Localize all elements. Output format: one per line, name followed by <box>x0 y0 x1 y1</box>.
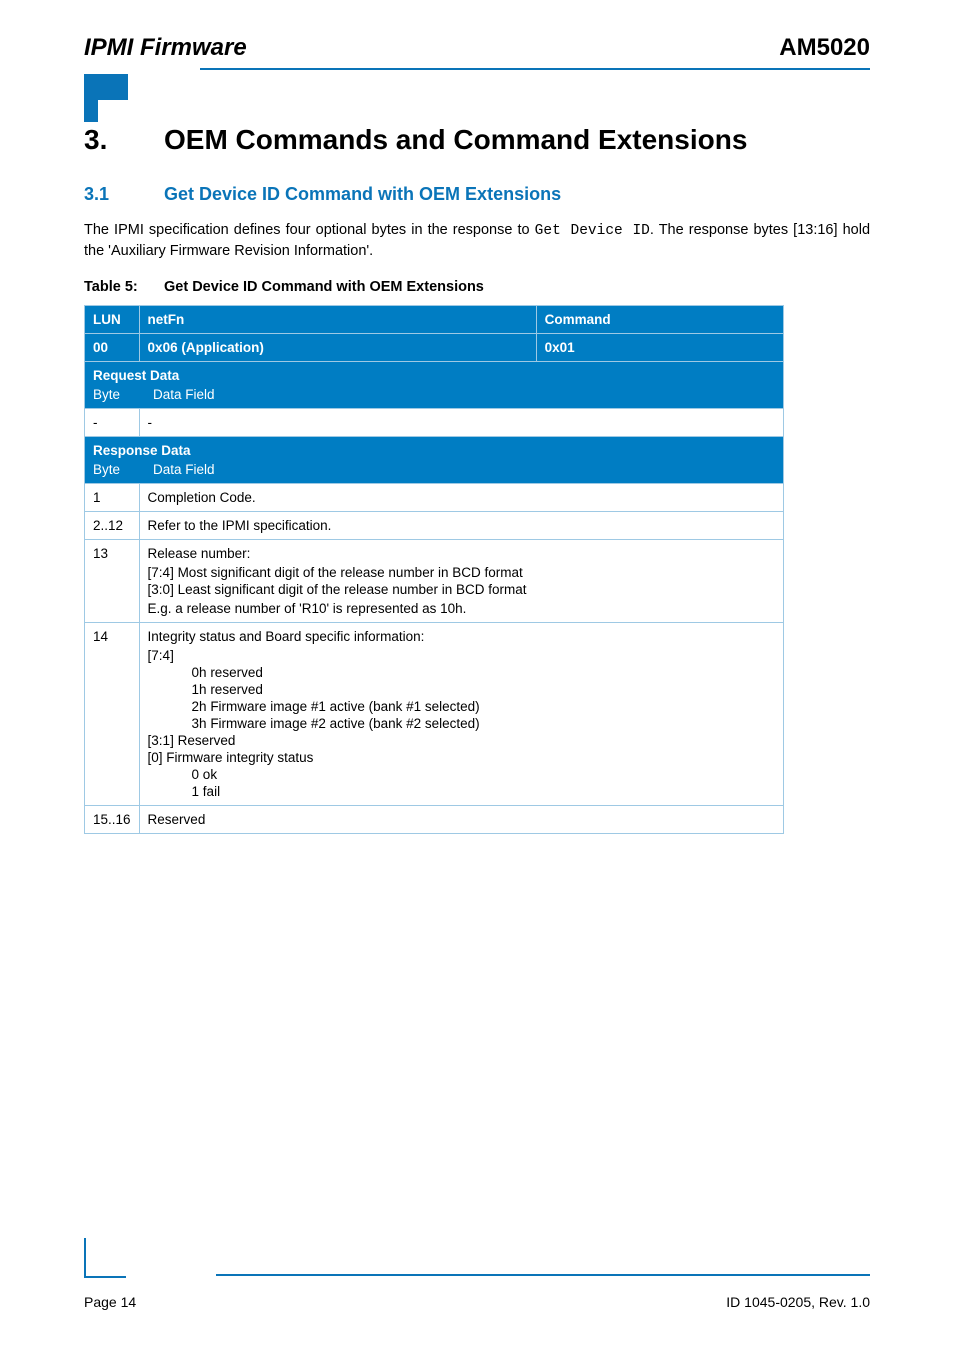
chapter-number: 3. <box>84 124 164 156</box>
table-caption: Table 5: Get Device ID Command with OEM … <box>84 279 870 295</box>
footer-rule-wrap <box>84 1274 870 1276</box>
header-right: AM5020 <box>779 34 870 62</box>
r14-l0-2: 1 fail <box>148 784 775 799</box>
r14-title: Integrity status and Board specific info… <box>148 629 775 644</box>
r2_12-df: Refer to the IPMI specification. <box>139 512 783 540</box>
footer-rule <box>216 1274 870 1276</box>
r14-l74: [7:4] <box>148 648 775 663</box>
response-row-13: 13 Release number: [7:4] Most significan… <box>85 540 784 623</box>
request-row-0: - - <box>85 409 784 437</box>
section-number: 3.1 <box>84 184 164 205</box>
r13-l2: [3:0] Least significant digit of the rel… <box>148 582 775 597</box>
r14-l0-1: 0 ok <box>148 767 775 782</box>
r13-title: Release number: <box>148 546 775 561</box>
r14-l0: [0] Firmware integrity status <box>148 750 775 765</box>
chapter-title: OEM Commands and Command Extensions <box>164 124 747 156</box>
corner-ornament <box>84 74 870 122</box>
header-left: IPMI Firmware <box>84 34 247 62</box>
req0-df: - <box>139 409 783 437</box>
r15_16-df: Reserved <box>139 806 783 834</box>
page-header: IPMI Firmware AM5020 <box>84 34 870 62</box>
table-caption-label: Table 5: <box>84 279 164 295</box>
response-row-1: 1 Completion Code. <box>85 484 784 512</box>
para-pre: The IPMI specification defines four opti… <box>84 222 535 238</box>
response-section-row: Response Data Byte Data Field <box>85 437 784 484</box>
hdr-netfn-label: netFn <box>139 306 536 334</box>
col-byte-label: Byte <box>93 387 153 402</box>
footer-hbar <box>84 1276 126 1278</box>
table-header-row-2: 00 0x06 (Application) 0x01 <box>85 334 784 362</box>
hdr-lun-label: LUN <box>93 312 121 327</box>
request-label-text: Request Data <box>93 368 179 383</box>
req0-byte: - <box>85 409 140 437</box>
hdr-cmd-val: 0x01 <box>536 334 783 362</box>
r14-byte: 14 <box>85 623 140 806</box>
r13-bits: [7:4] Most significant digit of the rele… <box>148 565 775 597</box>
r14-l74-3: 2h Firmware image #1 active (bank #1 sel… <box>148 699 775 714</box>
page: IPMI Firmware AM5020 3. OEM Commands and… <box>0 0 954 1350</box>
r2_12-byte: 2..12 <box>85 512 140 540</box>
col-df-label: Data Field <box>153 387 215 402</box>
hdr-netfn-val: 0x06 (Application) <box>139 334 536 362</box>
r15_16-byte: 15..16 <box>85 806 140 834</box>
footer-page: Page 14 <box>84 1294 136 1310</box>
footer-docid: ID 1045-0205, Rev. 1.0 <box>726 1294 870 1310</box>
hdr-lun-val: 00 <box>85 334 140 362</box>
footer-vbar <box>84 1238 86 1278</box>
page-footer: Page 14 ID 1045-0205, Rev. 1.0 <box>84 1294 870 1310</box>
hdr-lun: LUN <box>85 306 140 334</box>
response-row-15-16: 15..16 Reserved <box>85 806 784 834</box>
section-heading: 3.1 Get Device ID Command with OEM Exten… <box>84 184 870 205</box>
response-row-14: 14 Integrity status and Board specific i… <box>85 623 784 806</box>
r13-df: Release number: [7:4] Most significant d… <box>139 540 783 623</box>
r1-df: Completion Code. <box>139 484 783 512</box>
request-section-row: Request Data Byte Data Field <box>85 362 784 409</box>
r14-l74-1: 0h reserved <box>148 665 775 680</box>
chapter-heading: 3. OEM Commands and Command Extensions <box>84 124 870 156</box>
command-table: LUN netFn Command 00 0x06 (Application) … <box>84 305 784 834</box>
section-paragraph: The IPMI specification defines four opti… <box>84 221 870 261</box>
col-df-label-2: Data Field <box>153 462 215 477</box>
para-mono: Get Device ID <box>535 223 650 239</box>
table-caption-text: Get Device ID Command with OEM Extension… <box>164 279 484 295</box>
col-byte-label-2: Byte <box>93 462 153 477</box>
table-header-row-1: LUN netFn Command <box>85 306 784 334</box>
corner-square <box>84 74 128 100</box>
r14-l74-4: 3h Firmware image #2 active (bank #2 sel… <box>148 716 775 731</box>
response-section-label: Response Data Byte Data Field <box>85 437 784 484</box>
r14-l74-2: 1h reserved <box>148 682 775 697</box>
top-rule <box>200 68 870 70</box>
hdr-cmd-label: Command <box>536 306 783 334</box>
r1-byte: 1 <box>85 484 140 512</box>
r13-byte: 13 <box>85 540 140 623</box>
section-title: Get Device ID Command with OEM Extension… <box>164 184 561 205</box>
response-row-2-12: 2..12 Refer to the IPMI specification. <box>85 512 784 540</box>
r13-note: E.g. a release number of 'R10' is repres… <box>148 601 775 616</box>
r13-l1: [7:4] Most significant digit of the rele… <box>148 565 775 580</box>
r14-l31: [3:1] Reserved <box>148 733 775 748</box>
top-rule-wrap <box>84 68 870 70</box>
corner-bar <box>84 100 98 122</box>
request-section-label: Request Data Byte Data Field <box>85 362 784 409</box>
response-label-text: Response Data <box>93 443 191 458</box>
r14-bits: [7:4] 0h reserved 1h reserved 2h Firmwar… <box>148 648 775 799</box>
r14-df: Integrity status and Board specific info… <box>139 623 783 806</box>
